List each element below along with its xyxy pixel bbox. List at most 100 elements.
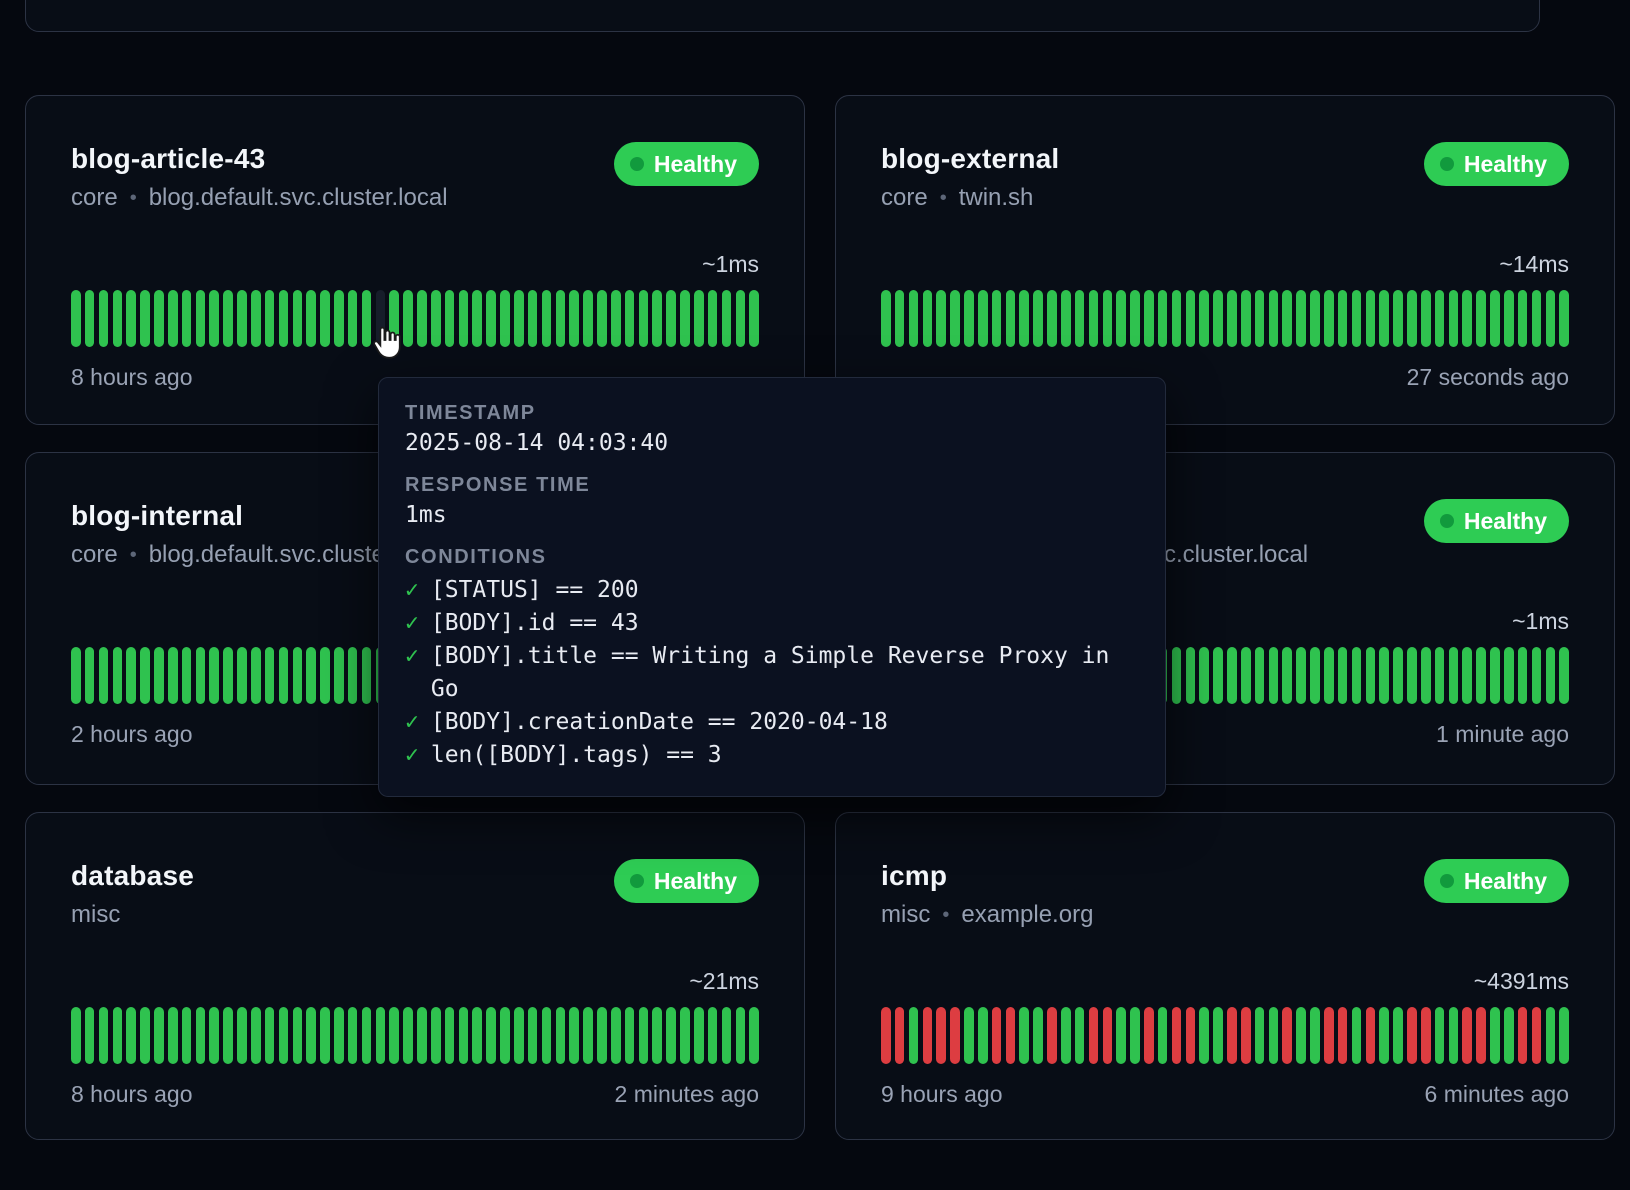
uptime-bar[interactable] xyxy=(1393,1007,1403,1064)
uptime-bar[interactable] xyxy=(992,1007,1002,1064)
uptime-bar[interactable] xyxy=(1186,647,1196,704)
uptime-bar[interactable] xyxy=(293,647,303,704)
uptime-bar[interactable] xyxy=(1435,647,1445,704)
uptime-bar[interactable] xyxy=(1352,1007,1362,1064)
uptime-bar[interactable] xyxy=(1407,290,1417,347)
uptime-bar[interactable] xyxy=(1504,647,1514,704)
uptime-bar[interactable] xyxy=(237,290,247,347)
uptime-bar[interactable] xyxy=(99,1007,109,1064)
uptime-bar[interactable] xyxy=(1144,1007,1154,1064)
uptime-bar[interactable] xyxy=(1407,647,1417,704)
uptime-bar[interactable] xyxy=(950,290,960,347)
uptime-bar[interactable] xyxy=(978,1007,988,1064)
uptime-bar[interactable] xyxy=(1241,647,1251,704)
uptime-bar[interactable] xyxy=(306,290,316,347)
uptime-bar[interactable] xyxy=(1033,290,1043,347)
uptime-bar[interactable] xyxy=(154,290,164,347)
uptime-bar[interactable] xyxy=(1518,290,1528,347)
uptime-bar[interactable] xyxy=(223,290,233,347)
uptime-bar[interactable] xyxy=(1310,647,1320,704)
uptime-bar[interactable] xyxy=(182,647,192,704)
uptime-bar[interactable] xyxy=(1241,1007,1251,1064)
uptime-bar[interactable] xyxy=(1296,290,1306,347)
uptime-bar[interactable] xyxy=(1130,290,1140,347)
uptime-bar[interactable] xyxy=(1559,647,1569,704)
uptime-bar[interactable] xyxy=(1324,647,1334,704)
uptime-bar[interactable] xyxy=(1227,1007,1237,1064)
uptime-bar[interactable] xyxy=(950,1007,960,1064)
endpoint-card-database[interactable]: database misc Healthy ~21ms 8 hours ago … xyxy=(25,812,805,1140)
uptime-bar[interactable] xyxy=(279,1007,289,1064)
endpoint-card-blog-article-43[interactable]: blog-article-43 core • blog.default.svc.… xyxy=(25,95,805,425)
uptime-bar[interactable] xyxy=(1352,647,1362,704)
uptime-bar[interactable] xyxy=(1186,1007,1196,1064)
uptime-bar[interactable] xyxy=(1476,647,1486,704)
uptime-bar[interactable] xyxy=(1462,290,1472,347)
uptime-bar[interactable] xyxy=(895,1007,905,1064)
uptime-bar[interactable] xyxy=(362,290,372,347)
uptime-bar[interactable] xyxy=(71,290,81,347)
uptime-bar[interactable] xyxy=(306,1007,316,1064)
uptime-bar[interactable] xyxy=(182,1007,192,1064)
uptime-bar[interactable] xyxy=(992,290,1002,347)
uptime-bar[interactable] xyxy=(265,290,275,347)
uptime-bar[interactable] xyxy=(431,1007,441,1064)
previous-endpoint-card-partial[interactable] xyxy=(25,0,1540,32)
uptime-bar[interactable] xyxy=(223,647,233,704)
uptime-bar[interactable] xyxy=(1213,647,1223,704)
uptime-bar[interactable] xyxy=(472,1007,482,1064)
uptime-bar[interactable] xyxy=(1546,647,1556,704)
uptime-bar[interactable] xyxy=(1033,1007,1043,1064)
uptime-bar[interactable] xyxy=(500,1007,510,1064)
uptime-bar[interactable] xyxy=(1559,290,1569,347)
uptime-bar[interactable] xyxy=(1075,290,1085,347)
uptime-bar[interactable] xyxy=(722,1007,732,1064)
uptime-bar[interactable] xyxy=(1449,290,1459,347)
uptime-bar[interactable] xyxy=(1338,290,1348,347)
uptime-bar[interactable] xyxy=(569,1007,579,1064)
endpoint-card-blog-external[interactable]: blog-external core • twin.sh Healthy ~14… xyxy=(835,95,1615,425)
uptime-bar[interactable] xyxy=(265,1007,275,1064)
uptime-bar[interactable] xyxy=(126,290,136,347)
uptime-bar[interactable] xyxy=(472,290,482,347)
uptime-bar[interactable] xyxy=(936,1007,946,1064)
uptime-bar[interactable] xyxy=(320,647,330,704)
uptime-bar[interactable] xyxy=(736,1007,746,1064)
uptime-bar[interactable] xyxy=(1255,290,1265,347)
uptime-bar[interactable] xyxy=(1269,647,1279,704)
uptime-bar[interactable] xyxy=(251,290,261,347)
uptime-bar[interactable] xyxy=(1282,647,1292,704)
uptime-bar[interactable] xyxy=(1421,290,1431,347)
uptime-bar[interactable] xyxy=(1532,290,1542,347)
uptime-bar[interactable] xyxy=(209,647,219,704)
uptime-bar[interactable] xyxy=(625,1007,635,1064)
uptime-bar[interactable] xyxy=(403,1007,413,1064)
uptime-bar[interactable] xyxy=(1476,1007,1486,1064)
uptime-bar[interactable] xyxy=(1213,290,1223,347)
uptime-bar[interactable] xyxy=(140,290,150,347)
uptime-bar[interactable] xyxy=(431,290,441,347)
uptime-bar[interactable] xyxy=(1546,290,1556,347)
uptime-bar[interactable] xyxy=(923,1007,933,1064)
uptime-bar[interactable] xyxy=(964,290,974,347)
uptime-bar[interactable] xyxy=(1379,647,1389,704)
uptime-bar[interactable] xyxy=(126,1007,136,1064)
uptime-bar[interactable] xyxy=(749,1007,759,1064)
uptime-bar[interactable] xyxy=(909,290,919,347)
uptime-bar[interactable] xyxy=(1532,647,1542,704)
uptime-bar[interactable] xyxy=(1504,1007,1514,1064)
uptime-bar[interactable] xyxy=(1282,1007,1292,1064)
uptime-bar[interactable] xyxy=(71,647,81,704)
uptime-bar[interactable] xyxy=(237,1007,247,1064)
uptime-bar[interactable] xyxy=(293,290,303,347)
uptime-bar[interactable] xyxy=(279,290,289,347)
uptime-bar[interactable] xyxy=(1518,647,1528,704)
uptime-bar[interactable] xyxy=(1089,290,1099,347)
uptime-bar[interactable] xyxy=(1476,290,1486,347)
uptime-bar[interactable] xyxy=(1407,1007,1417,1064)
uptime-bar[interactable] xyxy=(348,647,358,704)
uptime-bar[interactable] xyxy=(652,290,662,347)
uptime-bar[interactable] xyxy=(1449,1007,1459,1064)
uptime-bar[interactable] xyxy=(528,290,538,347)
uptime-bar[interactable] xyxy=(1199,647,1209,704)
